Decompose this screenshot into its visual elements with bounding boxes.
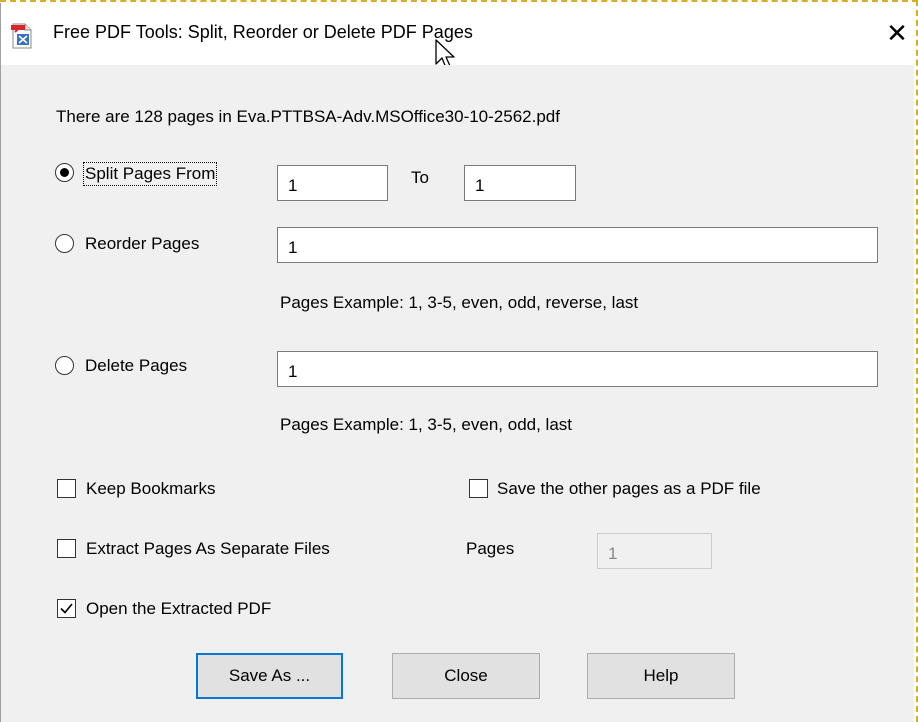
focus-dashed-border (0, 0, 918, 722)
